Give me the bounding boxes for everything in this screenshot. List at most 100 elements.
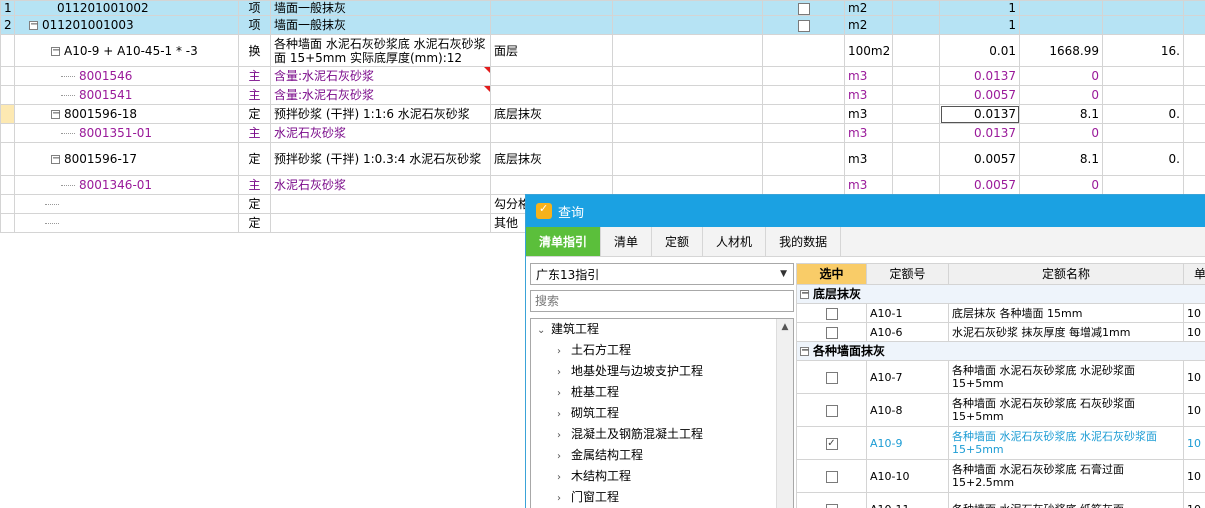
row-code[interactable]: 8001346-01: [79, 178, 152, 192]
collapse-icon[interactable]: −: [51, 45, 60, 56]
table-row[interactable]: A10-8 各种墙面 水泥石灰砂浆底 石灰砂浆面 15+5mm 10: [796, 393, 1205, 427]
row-name[interactable]: 预拌砂浆 (干拌) 1:0.3:4 水泥石灰砂浆: [270, 142, 491, 176]
chevron-right-icon[interactable]: ›: [557, 341, 571, 362]
collapse-icon[interactable]: −: [800, 345, 809, 356]
chevron-right-icon[interactable]: ›: [557, 488, 571, 508]
col-header-unit[interactable]: 单: [1183, 263, 1205, 285]
row-checkbox[interactable]: [825, 307, 838, 320]
collapse-icon[interactable]: −: [29, 20, 38, 30]
row-checkbox[interactable]: [797, 19, 810, 32]
row-qty[interactable]: 0.0137: [939, 123, 1020, 143]
collapse-icon[interactable]: −: [51, 154, 60, 164]
guide-pane: 广东13指引 ▼ 搜索 ⌄ 建筑工程 › 土石方工程 › 地基处理与边坡支护工程 › 桩…: [530, 263, 794, 508]
tab-labor-material-machine[interactable]: 人材机: [703, 227, 767, 256]
row-qty[interactable]: 1: [939, 15, 1020, 35]
table-row[interactable]: − A10-9 + A10-45-1 * -3 换 各种墙面 水泥石灰砂浆底 水泥…: [0, 34, 1205, 67]
row-code[interactable]: A10-9 + A10-45-1 * -3: [64, 44, 198, 58]
table-row[interactable]: 8001541 主 含量:水泥石灰砂浆 m3 0.0057 0: [0, 85, 1205, 105]
group-row[interactable]: − 各种墙面抹灰: [796, 341, 1205, 361]
dialog-title-bar[interactable]: 查询: [526, 195, 1205, 227]
chevron-right-icon[interactable]: ›: [557, 425, 571, 446]
chevron-right-icon[interactable]: ›: [557, 404, 571, 425]
tree-item[interactable]: › 金属结构工程: [531, 445, 793, 466]
row-feature[interactable]: 面层: [490, 34, 613, 67]
row-name[interactable]: 各种墙面 水泥石灰砂浆底 水泥石灰砂浆面 15+5mm 实际底厚度(mm):12: [270, 34, 491, 67]
chevron-right-icon[interactable]: ›: [557, 446, 571, 467]
table-row[interactable]: A10-7 各种墙面 水泥石灰砂浆底 水泥砂浆面 15+5mm 10: [796, 360, 1205, 394]
col-header-select[interactable]: 选中: [796, 263, 867, 285]
tab-list[interactable]: 清单: [601, 227, 653, 256]
row-name[interactable]: 水泥石灰砂浆: [270, 123, 491, 143]
row-qty[interactable]: 1: [939, 0, 1020, 16]
table-row[interactable]: 8001346-01 主 水泥石灰砂浆 m3 0.0057 0: [0, 175, 1205, 195]
row-qty[interactable]: 0.0057: [939, 85, 1020, 105]
chevron-right-icon[interactable]: ›: [557, 467, 571, 488]
row-name[interactable]: 水泥石灰砂浆: [270, 175, 491, 195]
collapse-icon[interactable]: −: [51, 109, 60, 119]
row-feature[interactable]: 底层抹灰: [490, 104, 613, 124]
row-checkbox[interactable]: [825, 503, 838, 508]
row-code[interactable]: 8001596-18: [64, 107, 137, 121]
row-name[interactable]: 含量:水泥石灰砂浆: [274, 88, 374, 102]
tree-item[interactable]: › 门窗工程: [531, 487, 793, 508]
row-code[interactable]: 011201001003: [42, 18, 134, 32]
row-checkbox[interactable]: [825, 404, 838, 417]
row-code[interactable]: 8001541: [79, 88, 132, 102]
row-name[interactable]: 含量:水泥石灰砂浆: [274, 69, 374, 83]
tree-item[interactable]: ⌄ 建筑工程: [531, 319, 793, 340]
guide-select[interactable]: 广东13指引 ▼: [530, 263, 794, 285]
table-row[interactable]: −8001596-17 定 预拌砂浆 (干拌) 1:0.3:4 水泥石灰砂浆 底…: [0, 142, 1205, 176]
row-name[interactable]: 墙面一般抹灰: [270, 0, 491, 16]
table-row[interactable]: A10-1 底层抹灰 各种墙面 15mm 10: [796, 303, 1205, 323]
table-row[interactable]: A10-6 水泥石灰砂浆 抹灰厚度 每增减1mm 10: [796, 322, 1205, 342]
tab-quota[interactable]: 定额: [652, 227, 704, 256]
row-checkbox[interactable]: [797, 2, 810, 15]
table-row[interactable]: A10-10 各种墙面 水泥石灰砂浆底 石膏过面 15+2.5mm 10: [796, 459, 1205, 493]
row-qty[interactable]: 0.0137: [939, 66, 1020, 86]
row-unit: 10: [1183, 393, 1205, 427]
group-row[interactable]: − 底层抹灰: [796, 284, 1205, 304]
table-row[interactable]: A10-11 各种墙面 水泥石灰砂浆底 纸筋灰面 10: [796, 492, 1205, 508]
scroll-up-icon[interactable]: ▲: [777, 319, 793, 336]
row-code[interactable]: 8001596-17: [64, 152, 137, 166]
table-row[interactable]: −8001596-18 定 预拌砂浆 (干拌) 1:1:6 水泥石灰砂浆 底层抹…: [0, 104, 1205, 124]
quota-pane: 选中 定额号 定额名称 单 − 底层抹灰 A10-1 底层抹灰 各种墙面 15mm…: [796, 263, 1205, 508]
row-code[interactable]: 8001546: [79, 69, 132, 83]
chevron-right-icon[interactable]: ›: [557, 383, 571, 404]
tree-item[interactable]: › 砌筑工程: [531, 403, 793, 424]
row-qty[interactable]: 0.0137: [939, 104, 1020, 124]
col-header-code[interactable]: 定额号: [866, 263, 949, 285]
table-row[interactable]: 1 011201001002 项 墙面一般抹灰 m2 1: [0, 0, 1205, 16]
row-checkbox[interactable]: [825, 371, 838, 384]
comment-marker-icon: [484, 67, 490, 73]
row-feature[interactable]: 底层抹灰: [490, 142, 613, 176]
row-qty[interactable]: 0.0057: [939, 142, 1020, 176]
row-name[interactable]: 墙面一般抹灰: [270, 15, 491, 35]
table-row[interactable]: 8001351-01 主 水泥石灰砂浆 m3 0.0137 0: [0, 123, 1205, 143]
row-code[interactable]: 8001351-01: [79, 126, 152, 140]
row-checkbox-checked[interactable]: ✓: [825, 437, 838, 450]
table-row[interactable]: 2 −011201001003 项 墙面一般抹灰 m2 1: [0, 15, 1205, 35]
row-checkbox[interactable]: [825, 326, 838, 339]
row-checkbox[interactable]: [825, 470, 838, 483]
scrollbar[interactable]: ▲: [776, 319, 793, 508]
tab-my-data[interactable]: 我的数据: [766, 227, 842, 256]
tree-item[interactable]: › 土石方工程: [531, 340, 793, 361]
tree-item[interactable]: › 地基处理与边坡支护工程: [531, 361, 793, 382]
tree-item[interactable]: › 混凝土及钢筋混凝土工程: [531, 424, 793, 445]
row-name[interactable]: 预拌砂浆 (干拌) 1:1:6 水泥石灰砂浆: [270, 104, 491, 124]
chevron-right-icon[interactable]: ›: [557, 362, 571, 383]
tree-item[interactable]: › 木结构工程: [531, 466, 793, 487]
collapse-icon[interactable]: −: [800, 288, 809, 299]
chevron-down-icon[interactable]: ⌄: [537, 320, 551, 341]
row-code[interactable]: 011201001002: [14, 0, 239, 16]
row-qty[interactable]: 0.01: [939, 34, 1020, 67]
tab-list-guide[interactable]: 清单指引: [526, 227, 602, 256]
table-row[interactable]: 8001546 主 含量:水泥石灰砂浆 m3 0.0137 0: [0, 66, 1205, 86]
col-header-name[interactable]: 定额名称: [948, 263, 1184, 285]
tree-item[interactable]: › 桩基工程: [531, 382, 793, 403]
table-row[interactable]: ✓ A10-9 各种墙面 水泥石灰砂浆底 水泥石灰砂浆面 15+5mm 10: [796, 426, 1205, 460]
row-qty[interactable]: 0.0057: [939, 175, 1020, 195]
search-input[interactable]: 搜索: [530, 290, 794, 312]
row-unit: 100m2: [844, 34, 893, 67]
